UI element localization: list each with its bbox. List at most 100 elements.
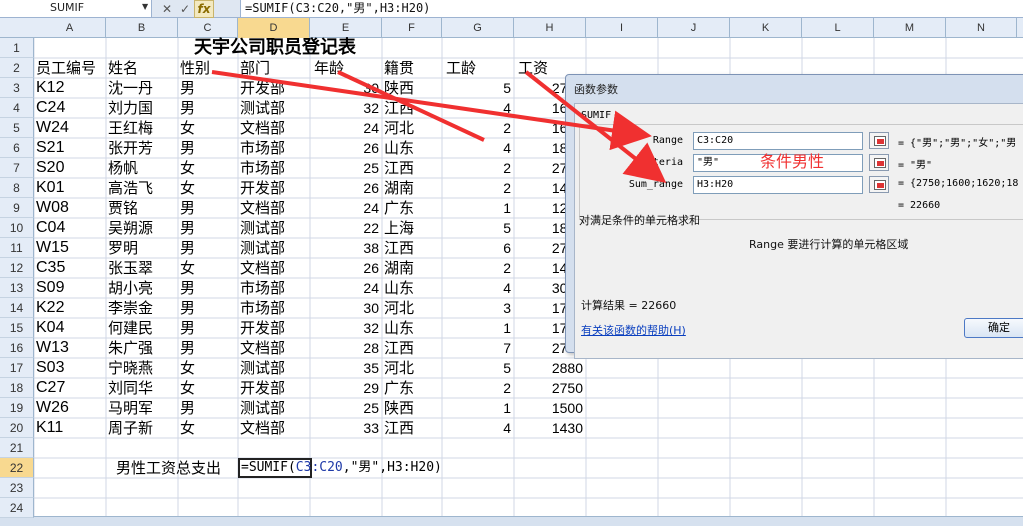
name-cell[interactable]: 周子新	[108, 418, 175, 438]
column-header-k[interactable]: K	[730, 18, 802, 38]
row-header-1[interactable]: 1	[0, 38, 34, 58]
formula-input[interactable]: =SUMIF(C3:C20,"男",H3:H20)	[240, 0, 1023, 17]
gender-cell[interactable]: 女	[180, 418, 235, 438]
name-cell[interactable]: 刘力国	[108, 98, 175, 118]
dept-cell[interactable]: 文档部	[240, 118, 307, 138]
age-cell[interactable]: 30	[312, 78, 379, 98]
employee-id-cell[interactable]: W13	[36, 338, 103, 358]
header-cell-id[interactable]: 员工编号	[36, 58, 103, 78]
name-cell[interactable]: 马明军	[108, 398, 175, 418]
cancel-icon[interactable]: ✕	[158, 1, 176, 17]
gender-cell[interactable]: 男	[180, 138, 235, 158]
sum-range-input[interactable]: H3:H20	[693, 176, 863, 194]
name-cell[interactable]: 李崇金	[108, 298, 175, 318]
header-cell-origin[interactable]: 籍贯	[384, 58, 439, 78]
row-header-23[interactable]: 23	[0, 478, 34, 498]
gender-cell[interactable]: 男	[180, 78, 235, 98]
name-cell[interactable]: 胡小亮	[108, 278, 175, 298]
dept-cell[interactable]: 文档部	[240, 198, 307, 218]
name-cell[interactable]: 张开芳	[108, 138, 175, 158]
employee-id-cell[interactable]: S21	[36, 138, 103, 158]
years-cell[interactable]: 1	[444, 318, 511, 338]
salary-cell[interactable]: 1430	[516, 418, 583, 438]
years-cell[interactable]: 6	[444, 238, 511, 258]
name-cell[interactable]: 杨帆	[108, 158, 175, 178]
name-cell[interactable]: 贾铭	[108, 198, 175, 218]
row-header-13[interactable]: 13	[0, 278, 34, 298]
origin-cell[interactable]: 上海	[384, 218, 439, 238]
row-header-8[interactable]: 8	[0, 178, 34, 198]
origin-cell[interactable]: 山东	[384, 318, 439, 338]
salary-cell[interactable]: 2750	[516, 378, 583, 398]
age-cell[interactable]: 26	[312, 178, 379, 198]
name-cell[interactable]: 宁晓燕	[108, 358, 175, 378]
age-cell[interactable]: 32	[312, 98, 379, 118]
sheet-tab-bar[interactable]	[0, 516, 1023, 526]
sum-range-collapse-icon[interactable]	[869, 176, 889, 193]
name-cell[interactable]: 罗明	[108, 238, 175, 258]
years-cell[interactable]: 1	[444, 398, 511, 418]
gender-cell[interactable]: 男	[180, 298, 235, 318]
header-cell-years[interactable]: 工龄	[446, 58, 511, 78]
dept-cell[interactable]: 开发部	[240, 78, 307, 98]
origin-cell[interactable]: 江西	[384, 98, 439, 118]
gender-cell[interactable]: 女	[180, 378, 235, 398]
salary-cell[interactable]: 2880	[516, 358, 583, 378]
dept-cell[interactable]: 文档部	[240, 338, 307, 358]
name-cell[interactable]: 何建民	[108, 318, 175, 338]
employee-id-cell[interactable]: S20	[36, 158, 103, 178]
origin-cell[interactable]: 河北	[384, 358, 439, 378]
column-header-h[interactable]: H	[514, 18, 586, 38]
employee-id-cell[interactable]: K22	[36, 298, 103, 318]
age-cell[interactable]: 30	[312, 298, 379, 318]
years-cell[interactable]: 4	[444, 98, 511, 118]
employee-id-cell[interactable]: S03	[36, 358, 103, 378]
origin-cell[interactable]: 山东	[384, 278, 439, 298]
range-collapse-icon[interactable]	[869, 132, 889, 149]
insert-function-icon[interactable]: fx	[194, 0, 214, 18]
years-cell[interactable]: 3	[444, 298, 511, 318]
row-header-10[interactable]: 10	[0, 218, 34, 238]
years-cell[interactable]: 5	[444, 78, 511, 98]
age-cell[interactable]: 33	[312, 418, 379, 438]
employee-id-cell[interactable]: C04	[36, 218, 103, 238]
gender-cell[interactable]: 男	[180, 238, 235, 258]
column-header-m[interactable]: M	[874, 18, 946, 38]
dept-cell[interactable]: 测试部	[240, 98, 307, 118]
age-cell[interactable]: 25	[312, 158, 379, 178]
criteria-collapse-icon[interactable]	[869, 154, 889, 171]
row-header-12[interactable]: 12	[0, 258, 34, 278]
gender-cell[interactable]: 女	[180, 178, 235, 198]
age-cell[interactable]: 38	[312, 238, 379, 258]
years-cell[interactable]: 1	[444, 198, 511, 218]
header-cell-age[interactable]: 年龄	[314, 58, 379, 78]
gender-cell[interactable]: 男	[180, 278, 235, 298]
employee-id-cell[interactable]: C27	[36, 378, 103, 398]
name-cell[interactable]: 吴朔源	[108, 218, 175, 238]
employee-id-cell[interactable]: S09	[36, 278, 103, 298]
dept-cell[interactable]: 开发部	[240, 178, 307, 198]
gender-cell[interactable]: 女	[180, 118, 235, 138]
age-cell[interactable]: 26	[312, 138, 379, 158]
column-header-j[interactable]: J	[658, 18, 730, 38]
dept-cell[interactable]: 市场部	[240, 158, 307, 178]
age-cell[interactable]: 26	[312, 258, 379, 278]
employee-id-cell[interactable]: W08	[36, 198, 103, 218]
years-cell[interactable]: 4	[444, 418, 511, 438]
age-cell[interactable]: 29	[312, 378, 379, 398]
years-cell[interactable]: 2	[444, 178, 511, 198]
column-header-c[interactable]: C	[178, 18, 238, 38]
age-cell[interactable]: 24	[312, 278, 379, 298]
name-cell[interactable]: 沈一丹	[108, 78, 175, 98]
gender-cell[interactable]: 女	[180, 358, 235, 378]
employee-id-cell[interactable]: C35	[36, 258, 103, 278]
age-cell[interactable]: 22	[312, 218, 379, 238]
column-header-f[interactable]: F	[382, 18, 442, 38]
gender-cell[interactable]: 男	[180, 218, 235, 238]
years-cell[interactable]: 2	[444, 258, 511, 278]
origin-cell[interactable]: 江西	[384, 238, 439, 258]
gender-cell[interactable]: 男	[180, 338, 235, 358]
header-cell-dept[interactable]: 部门	[240, 58, 307, 78]
gender-cell[interactable]: 男	[180, 318, 235, 338]
dept-cell[interactable]: 市场部	[240, 138, 307, 158]
